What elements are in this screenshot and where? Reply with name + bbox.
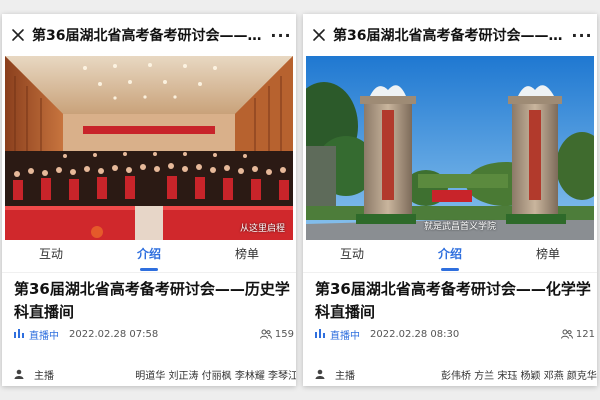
viewer-count-value: 159 [274,328,294,340]
banner-image: 从这里启程 [5,56,293,240]
start-time: 2022.02.28 07:58 [69,328,159,340]
top-bar: 第36届湖北省高考备考研讨会——化学学科直播间 ··· [303,14,597,56]
live-status-badge: 直播中 [315,327,360,342]
tab-interaction[interactable]: 互动 [303,240,401,272]
auditorium-photo [5,56,293,240]
hosts-row: 主播 明道华 刘正涛 付丽枫 李林耀 李琴江 [14,366,296,382]
person-icon [315,369,325,379]
live-status-label: 直播中 [330,330,360,342]
status-row: 直播中 2022.02.28 07:58 159 [14,326,296,342]
close-icon [313,29,325,41]
banner-image: 就是武昌首义学院 [306,56,594,240]
campus-gate-photo [306,56,594,240]
page-title: 第36届湖北省高考备考研讨会——化学学科直播间 [333,28,567,44]
start-time: 2022.02.28 08:30 [370,328,460,340]
room-title: 第36届湖北省高考备考研讨会——历史学科直播间 [14,280,290,321]
people-icon [259,329,272,339]
live-status-badge: 直播中 [14,327,59,342]
more-button[interactable]: ··· [567,26,597,45]
people-icon [560,329,573,339]
tab-ranking[interactable]: 榜单 [499,240,597,272]
banner-caption: 就是武昌首义学院 [424,222,497,232]
viewer-count: 159 [259,328,294,340]
room-title: 第36届湖北省高考备考研讨会——化学学科直播间 [315,280,591,321]
banner-caption: 从这里启程 [239,224,285,234]
tab-bar: 互动 介绍 榜单 [303,240,597,273]
close-button[interactable] [305,14,333,56]
viewer-count: 121 [560,328,595,340]
host-names: 彭伟桥 方兰 宋珏 杨颖 邓燕 颜克华 [441,370,597,382]
tab-bar: 互动 介绍 榜单 [2,240,296,273]
tab-interaction[interactable]: 互动 [2,240,100,272]
hosts-label: 主播 [34,370,54,382]
hosts-row: 主播 彭伟桥 方兰 宋珏 杨颖 邓燕 颜克华 [315,366,597,382]
live-room-panel-history: 第36届湖北省高考备考研讨会——历史学科直播间 ··· [2,14,296,386]
hosts-label: 主播 [335,370,355,382]
top-bar: 第36届湖北省高考备考研讨会——历史学科直播间 ··· [2,14,296,56]
tab-introduction[interactable]: 介绍 [100,240,198,272]
status-row: 直播中 2022.02.28 08:30 121 [315,326,597,342]
tab-ranking[interactable]: 榜单 [198,240,296,272]
more-button[interactable]: ··· [266,26,296,45]
page-title: 第36届湖北省高考备考研讨会——历史学科直播间 [32,28,266,44]
tab-introduction[interactable]: 介绍 [401,240,499,272]
person-icon [14,369,24,379]
viewer-count-value: 121 [575,328,595,340]
live-room-panel-chemistry: 第36届湖北省高考备考研讨会——化学学科直播间 ··· [303,14,597,386]
live-bars-icon [14,329,24,338]
host-names: 明道华 刘正涛 付丽枫 李林耀 李琴江 [135,370,296,382]
live-status-label: 直播中 [29,330,59,342]
live-bars-icon [315,329,325,338]
close-button[interactable] [4,14,32,56]
close-icon [12,29,24,41]
